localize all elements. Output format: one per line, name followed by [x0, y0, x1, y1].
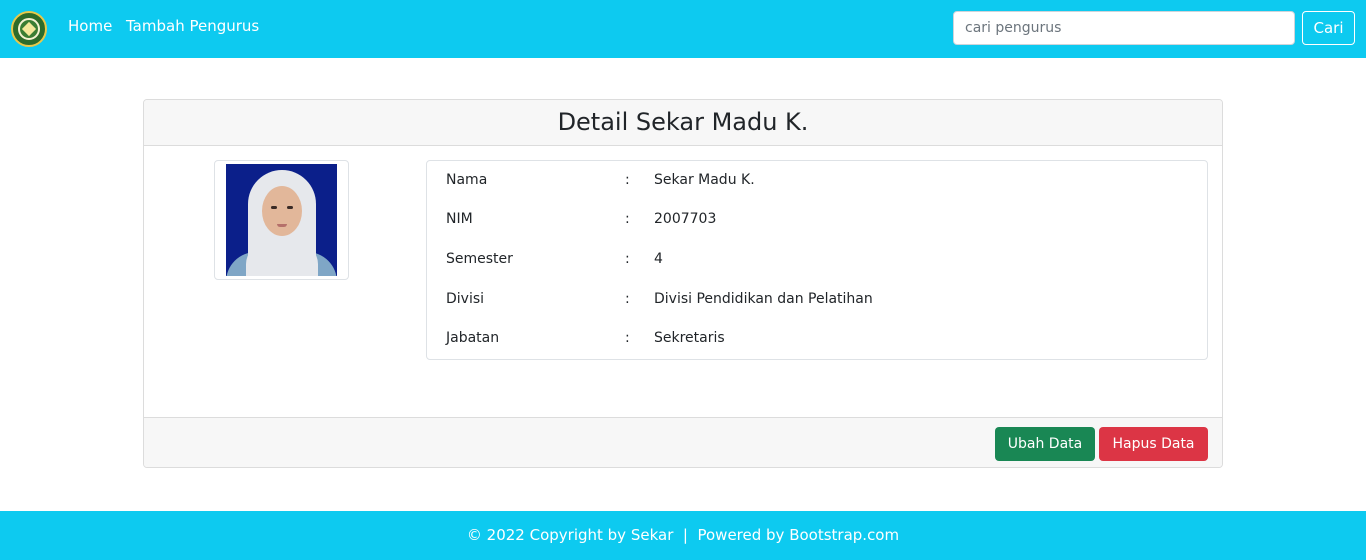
field-value: Divisi Pendidikan dan Pelatihan [654, 291, 873, 307]
profile-photo-frame [214, 160, 349, 280]
photo-eye-left [271, 206, 277, 209]
card-header: Detail Sekar Madu K. [144, 100, 1222, 146]
field-label: NIM [446, 211, 473, 227]
organization-seal-icon[interactable] [11, 11, 47, 47]
field-colon: : [625, 211, 630, 227]
photo-eye-right [287, 206, 293, 209]
field-value: Sekar Madu K. [654, 172, 755, 188]
delete-data-button[interactable]: Hapus Data [1099, 427, 1208, 461]
top-navbar: Home Tambah Pengurus Cari [0, 0, 1366, 58]
nav-link-home[interactable]: Home [68, 17, 112, 35]
search-input[interactable] [953, 11, 1295, 45]
field-colon: : [625, 172, 630, 188]
photo-hijab-drape [246, 244, 318, 276]
footer-text: © 2022 Copyright by Sekar | Powered by B… [466, 526, 900, 544]
edit-data-button[interactable]: Ubah Data [995, 427, 1095, 461]
detail-card: Detail Sekar Madu K. Nama : Sekar Madu K… [143, 99, 1223, 468]
page-footer: © 2022 Copyright by Sekar | Powered by B… [0, 511, 1366, 560]
nav-link-tambah-pengurus[interactable]: Tambah Pengurus [126, 17, 259, 35]
field-colon: : [625, 330, 630, 346]
field-value: 4 [654, 251, 663, 267]
photo-mouth [277, 224, 287, 227]
detail-row-jabatan: Jabatan : Sekretaris [427, 319, 1207, 359]
field-label: Semester [446, 251, 513, 267]
detail-row-nim: NIM : 2007703 [427, 200, 1207, 240]
card-footer: Ubah Data Hapus Data [144, 417, 1222, 467]
field-value: Sekretaris [654, 330, 725, 346]
field-label: Divisi [446, 291, 485, 307]
field-colon: : [625, 251, 630, 267]
field-label: Jabatan [446, 330, 500, 346]
detail-row-nama: Nama : Sekar Madu K. [427, 161, 1207, 201]
profile-photo [226, 164, 337, 276]
detail-table: Nama : Sekar Madu K. NIM : 2007703 Semes… [426, 160, 1208, 360]
field-label: Nama [446, 172, 488, 188]
field-value: 2007703 [654, 211, 717, 227]
detail-row-divisi: Divisi : Divisi Pendidikan dan Pelatihan [427, 280, 1207, 320]
photo-face [262, 186, 302, 236]
search-button[interactable]: Cari [1302, 11, 1355, 45]
detail-row-semester: Semester : 4 [427, 240, 1207, 280]
field-colon: : [625, 291, 630, 307]
page-title: Detail Sekar Madu K. [557, 108, 809, 136]
